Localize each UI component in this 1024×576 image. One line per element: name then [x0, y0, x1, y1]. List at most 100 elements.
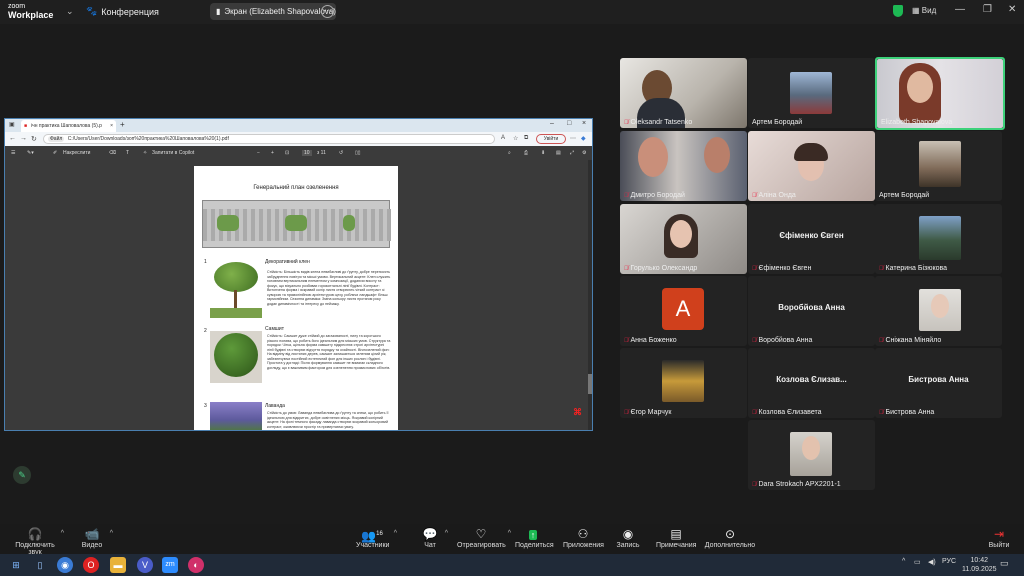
windows-start-icon[interactable]: ⊞ [8, 557, 24, 573]
join-audio-button[interactable]: 🎧 Подключить звук ^ [8, 527, 64, 556]
react-options-chevron-icon[interactable]: ^ [508, 530, 511, 537]
rotate-icon[interactable]: ↺ [339, 150, 343, 156]
maximize-icon[interactable]: ❐ [983, 4, 992, 15]
zoom-out-button[interactable]: − [257, 150, 260, 156]
annotate-pen-icon[interactable]: ✎ [13, 466, 31, 484]
save-icon[interactable]: ⬇ [541, 150, 545, 156]
url-input[interactable]: Файл C:/Users/User/Downloads/зоп%20практ… [43, 134, 495, 144]
search-icon[interactable]: ⌕ [508, 150, 511, 156]
network-icon[interactable]: ▭ [914, 558, 921, 566]
chevron-down-icon[interactable]: ⌄ [66, 6, 74, 17]
participant-tile[interactable]: Артем Бородай [748, 58, 875, 128]
browser-close-icon[interactable]: × [582, 120, 586, 127]
save-as-icon[interactable]: ▤ [556, 150, 561, 156]
chat-button[interactable]: 💬 Чат ^ [421, 527, 448, 549]
notification-icon[interactable]: ▭ [1000, 558, 1009, 569]
participant-tile[interactable]: 🎙̸ Катерина Бізюкова [875, 204, 1002, 274]
pdf-scroll-thumb[interactable] [588, 374, 592, 394]
view-button[interactable]: ▦ Вид [912, 6, 936, 15]
more-button[interactable]: ⊙ Дополнительно [704, 527, 756, 549]
draw-label[interactable]: Накреслити [63, 150, 90, 156]
participant-tile[interactable]: Єфіменко Євген 🎙̸ Єфіменко Євген [748, 204, 875, 274]
highlight-icon[interactable]: ✎▾ [27, 150, 34, 156]
file-explorer-icon[interactable]: ▬ [110, 557, 126, 573]
fullscreen-icon[interactable]: ⤢ [570, 150, 574, 156]
sign-in-button[interactable]: Увійти [536, 134, 566, 144]
screen-share-pill[interactable]: ▮ Экран (Elizabeth Shapovalova) ··· [210, 3, 336, 20]
fit-page-icon[interactable]: ⊡ [285, 150, 289, 156]
notes-button[interactable]: ▤ Примечания [656, 527, 696, 549]
shield-icon[interactable] [893, 5, 903, 17]
app-icon[interactable]: ◐ [188, 557, 204, 573]
video-options-chevron-icon[interactable]: ^ [110, 530, 113, 537]
more-options-icon[interactable]: ··· [321, 5, 334, 18]
active-speaker-tile[interactable]: Elizabeth Shapovalova [875, 57, 1005, 130]
clock[interactable]: 10:42 11.09.2025 [962, 556, 997, 574]
add-text-icon[interactable]: T [126, 150, 129, 156]
react-button[interactable]: ♡ Отреагировать ^ [457, 527, 511, 549]
language-indicator[interactable]: РУС [942, 558, 956, 565]
draw-icon[interactable]: ✐ [53, 150, 57, 156]
settings-icon[interactable]: ⚙ [582, 150, 586, 156]
zoom-in-button[interactable]: + [271, 150, 274, 156]
file-icon[interactable]: ▯ [32, 557, 48, 573]
tab-actions-icon[interactable]: ▣ [9, 121, 15, 128]
leave-button[interactable]: ⇥ Выйти [988, 527, 1010, 549]
refresh-icon[interactable]: ↻ [31, 135, 37, 143]
new-tab-button[interactable]: + [120, 120, 125, 129]
participant-tile[interactable]: Артем Бородай [875, 131, 1002, 201]
browser-maximize-icon[interactable]: □ [567, 120, 571, 127]
close-icon[interactable]: ✕ [1008, 4, 1016, 15]
participant-tile[interactable]: 🎙̸ Сніжана Міняйло [875, 276, 1002, 346]
collections-icon[interactable]: ⧉ [524, 135, 528, 142]
page-number-input[interactable]: 10 [302, 150, 312, 156]
minimize-icon[interactable]: — [955, 4, 965, 15]
browser-tab[interactable]: ■ ічн практика Шаповалова (5).p × [21, 120, 116, 132]
participant-tile[interactable]: Бистрова Анна 🎙̸ Бистрова Анна [875, 348, 1002, 418]
audio-options-chevron-icon[interactable]: ^ [61, 530, 64, 537]
eraser-icon[interactable]: ⌫ [109, 150, 116, 156]
menu-icon[interactable]: ⋯ [570, 135, 576, 142]
copilot-label[interactable]: Запитати в Copilot [152, 150, 194, 156]
pdf-scrollbar[interactable] [588, 160, 592, 430]
participant-tile[interactable]: 🎙̸ Oleksandr Tatsenko [620, 58, 747, 128]
browser-minimize-icon[interactable]: – [550, 120, 554, 127]
section-text: Стійкість: Більшість видів клена невибаг… [267, 270, 391, 306]
page-view-icon[interactable]: ▯▯ [355, 150, 361, 156]
chat-options-chevron-icon[interactable]: ^ [445, 530, 448, 537]
chrome-icon[interactable]: ◉ [57, 557, 73, 573]
apps-button[interactable]: ⚇ Приложения [563, 527, 604, 549]
video-button[interactable]: 📹 Видео ^ [80, 527, 113, 549]
read-aloud-icon[interactable]: A [501, 135, 505, 141]
tab-close-icon[interactable]: × [110, 123, 113, 129]
participant-tile[interactable]: Козлова Єлизав... 🎙̸ Козлова Єлизавета [748, 348, 875, 418]
participant-tile[interactable]: Воробйова Анна 🎙̸ Воробйова Анна [748, 276, 875, 346]
viber-icon[interactable]: V [137, 557, 153, 573]
conference-menu[interactable]: 🐾 Конференция [86, 6, 159, 17]
participant-tile[interactable]: 🎙̸ Аліна Онда [748, 131, 875, 201]
forward-icon[interactable]: → [20, 135, 27, 142]
opera-icon[interactable]: O [83, 557, 99, 573]
participants-button[interactable]: 👥16 Участники ^ [356, 527, 397, 549]
back-icon[interactable]: ← [9, 135, 16, 142]
pdf-viewer[interactable]: Генеральний план озеленення 1 Декоративн… [5, 160, 592, 430]
participant-tile[interactable]: A 🎙̸ Анна Боженко [620, 276, 747, 346]
browser-tab-strip: ▣ ■ ічн практика Шаповалова (5).p × + – … [5, 119, 592, 132]
participant-tile[interactable]: 🎙̸ Єгор Марчук [620, 348, 747, 418]
tray-chevron-icon[interactable]: ^ [902, 558, 905, 565]
participants-options-chevron-icon[interactable]: ^ [394, 530, 397, 537]
zoom-taskbar-icon[interactable]: zm [162, 557, 178, 573]
copilot-small-icon[interactable]: ✧ [143, 150, 147, 156]
record-button[interactable]: ◉ Запись [616, 527, 640, 549]
share-screen-button[interactable]: ↑ Поделиться [515, 527, 554, 549]
print-icon[interactable]: ⎙ [524, 150, 528, 156]
contents-icon[interactable]: ☰ [11, 150, 15, 156]
participant-display-name: Козлова Єлизав... [776, 375, 847, 384]
copilot-icon[interactable]: ◆ [581, 135, 586, 142]
participant-tile[interactable]: 🎙̸ Dara Strokach АРХ2201-1 [748, 420, 875, 490]
favorite-icon[interactable]: ☆ [513, 135, 518, 142]
participant-tile[interactable]: 🎙̸ Горулько Олександр [620, 204, 747, 274]
volume-icon[interactable]: ◀) [928, 558, 936, 566]
participant-tile[interactable]: 🎙̸ Дмитро Бородай [620, 131, 747, 201]
acrobat-icon[interactable]: ⌘ [573, 407, 583, 417]
